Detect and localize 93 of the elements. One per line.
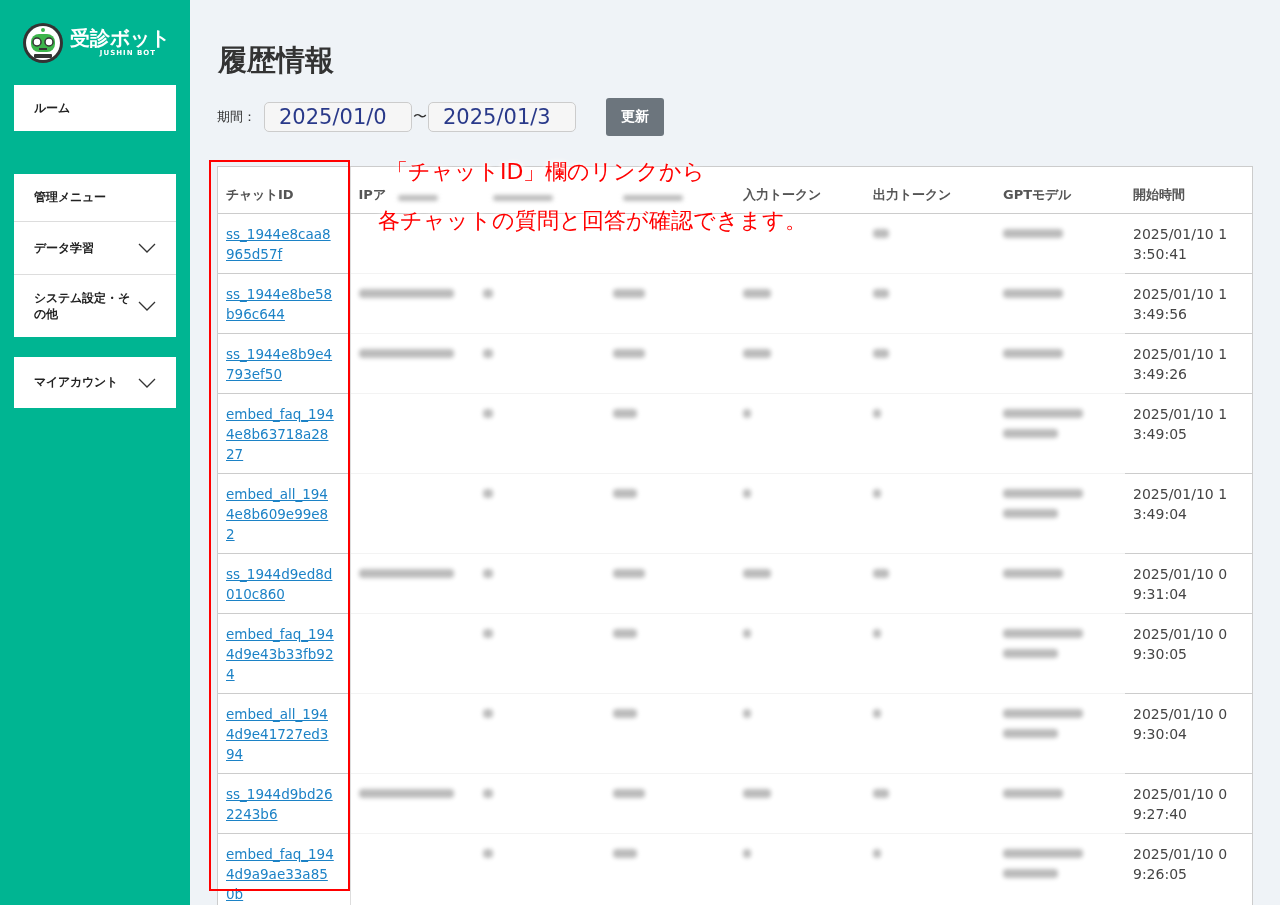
robot-logo-icon — [22, 21, 64, 64]
column-header: 開始時間 — [1133, 187, 1185, 202]
sidebar-item[interactable]: ルーム — [14, 85, 176, 131]
sidebar-item[interactable]: 管理メニュー — [14, 174, 176, 221]
start-time: 2025/01/10 13:49:05 — [1133, 405, 1229, 444]
start-time: 2025/01/10 09:30:05 — [1133, 625, 1229, 664]
period-label: 期間： — [217, 108, 256, 126]
blurred-text — [743, 289, 771, 298]
start-time: 2025/01/10 09:30:04 — [1133, 705, 1229, 744]
blurred-text — [613, 849, 637, 858]
blurred-text — [743, 849, 751, 858]
blurred-text — [873, 789, 889, 798]
annotation-text: 各チャットの質問と回答が確認できます。 — [378, 208, 807, 233]
chevron-down-icon — [138, 301, 156, 311]
sidebar-item[interactable]: データ学習 — [14, 221, 176, 274]
update-button[interactable]: 更新 — [606, 98, 664, 136]
blurred-text — [623, 195, 683, 201]
blurred-text — [743, 409, 751, 418]
annotation-text: 「チャットID」欄のリンクから — [386, 159, 706, 184]
blurred-text — [613, 789, 645, 798]
blurred-text — [873, 229, 889, 238]
blurred-text — [483, 849, 493, 858]
chevron-down-icon — [138, 243, 156, 253]
sidebar-item[interactable]: システム設定・その他 — [14, 274, 176, 337]
blurred-text — [873, 289, 889, 298]
blurred-text — [743, 789, 771, 798]
range-separator: 〜 — [413, 108, 427, 126]
sidebar-item[interactable]: マイアカウント — [14, 357, 176, 408]
chevron-down-icon — [138, 377, 156, 388]
blurred-text — [483, 709, 493, 718]
blurred-text — [1003, 509, 1058, 518]
blurred-text — [613, 629, 637, 638]
blurred-text — [483, 489, 493, 498]
blurred-text — [493, 195, 553, 201]
blurred-text — [1003, 569, 1063, 578]
blurred-text — [1003, 869, 1058, 878]
blurred-text — [613, 569, 645, 578]
blurred-text — [1003, 429, 1058, 438]
blurred-text — [613, 709, 637, 718]
column-header: チャットID — [226, 187, 294, 202]
chat-id-link[interactable]: ss_1944e8be58b96c644 — [226, 284, 334, 324]
date-field[interactable]: 2025/01/0 — [264, 102, 412, 132]
logo-name: 受診ボット — [70, 27, 170, 49]
blurred-text — [873, 709, 881, 718]
chat-id-link[interactable]: ss_1944e8b9e4793ef50 — [226, 344, 334, 384]
blurred-text — [743, 629, 751, 638]
blurred-text — [743, 709, 751, 718]
start-time: 2025/01/10 13:50:41 — [1133, 225, 1229, 264]
blurred-text — [397, 195, 438, 201]
column-header: IPア — [358, 186, 386, 204]
column-header: 入力トークン — [743, 187, 821, 202]
blurred-text — [1003, 789, 1063, 798]
chat-id-link[interactable]: embed_all_1944d9e41727ed394 — [226, 704, 334, 764]
start-time: 2025/01/10 13:49:04 — [1133, 485, 1229, 524]
chat-id-link[interactable]: embed_faq_1944d9e43b33fb924 — [226, 624, 334, 684]
start-time: 2025/01/10 09:31:04 — [1133, 565, 1229, 604]
blurred-text — [1003, 349, 1063, 358]
chat-id-link[interactable]: embed_all_1944e8b609e99e82 — [226, 484, 334, 544]
start-time: 2025/01/10 13:49:26 — [1133, 345, 1229, 384]
start-time: 2025/01/10 09:26:05 — [1133, 845, 1229, 884]
blurred-text — [483, 409, 493, 418]
blurred-text — [873, 489, 881, 498]
blurred-text — [743, 569, 771, 578]
blurred-text — [1003, 229, 1063, 238]
blurred-text — [873, 629, 881, 638]
chat-id-link[interactable]: ss_1944d9bd262243b6 — [226, 784, 334, 824]
blurred-text — [873, 569, 889, 578]
column-header: GPTモデル — [1003, 187, 1072, 202]
start-time: 2025/01/10 13:49:56 — [1133, 285, 1229, 324]
blurred-text — [743, 489, 751, 498]
chat-id-link[interactable]: embed_faq_1944e8b63718a2827 — [226, 404, 334, 464]
blurred-text — [1003, 729, 1058, 738]
blurred-text — [873, 409, 881, 418]
blurred-text — [483, 569, 493, 578]
date-field[interactable]: 2025/01/3 — [428, 102, 576, 132]
start-time: 2025/01/10 09:27:40 — [1133, 785, 1229, 824]
blurred-text — [613, 349, 645, 358]
blurred-text — [1003, 289, 1063, 298]
blurred-text — [483, 789, 493, 798]
blurred-text — [873, 349, 889, 358]
blurred-text — [613, 409, 637, 418]
chat-id-link[interactable]: ss_1944e8caa8965d57f — [226, 224, 334, 264]
blurred-text — [613, 489, 637, 498]
chat-id-link[interactable]: ss_1944d9ed8d010c860 — [226, 564, 334, 604]
blurred-text — [1003, 649, 1058, 658]
blurred-text — [483, 289, 493, 298]
column-header: 出力トークン — [873, 187, 951, 202]
blurred-text — [483, 629, 493, 638]
blurred-text — [483, 349, 493, 358]
blurred-text — [873, 849, 881, 858]
blurred-text — [613, 289, 645, 298]
blurred-text — [743, 349, 771, 358]
page-title: 履歴情報 — [218, 42, 335, 78]
